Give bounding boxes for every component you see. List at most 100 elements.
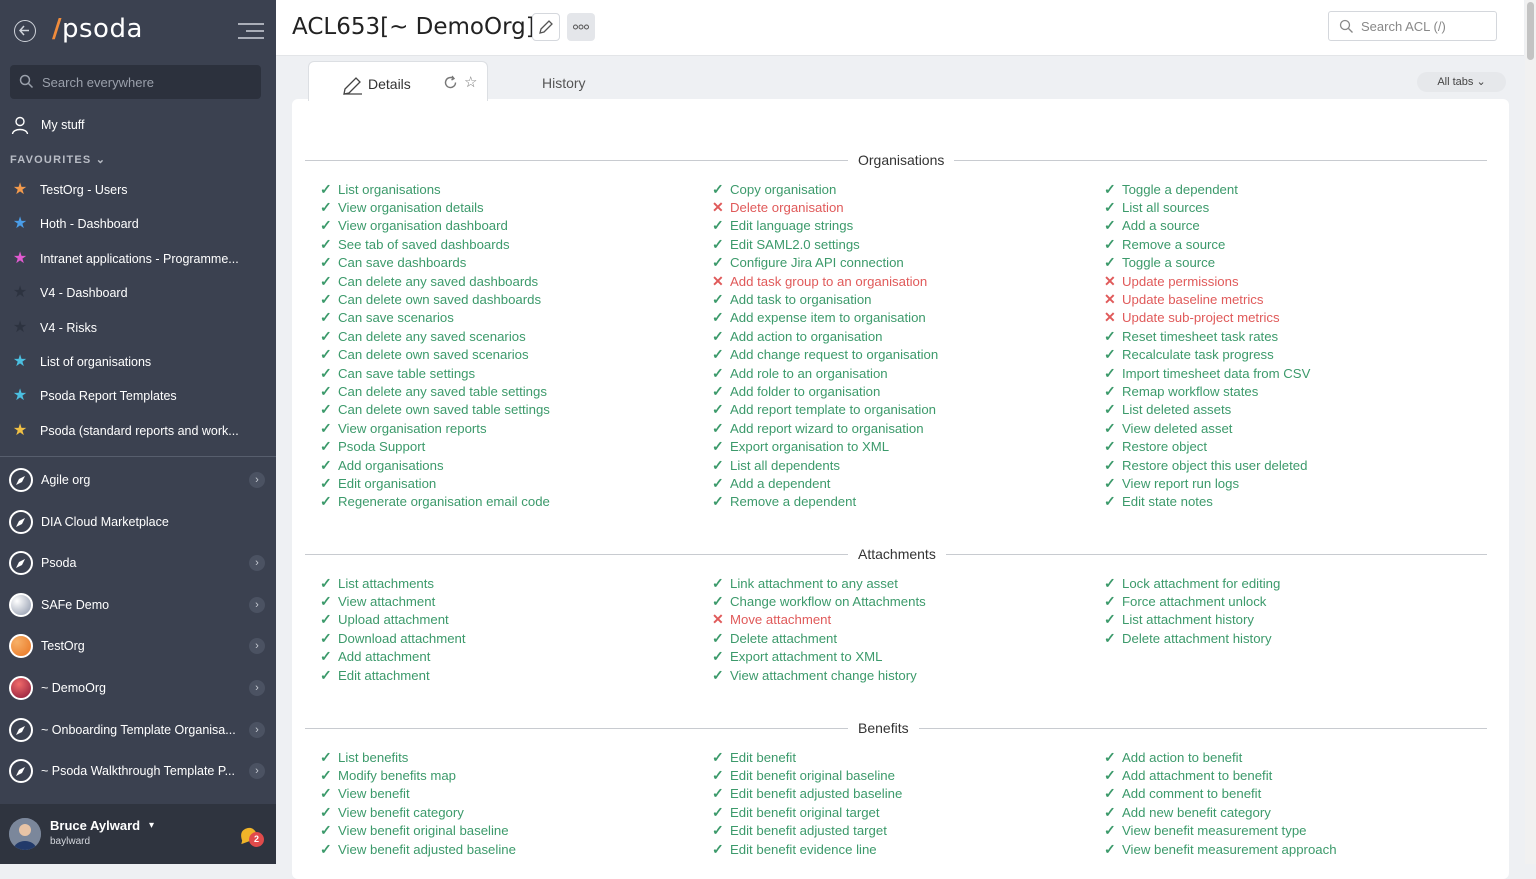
chevron-right-icon[interactable]: › bbox=[249, 596, 265, 613]
chevron-right-icon[interactable]: › bbox=[249, 721, 265, 738]
permission-item: ✓ Edit state notes bbox=[1104, 493, 1484, 511]
favourite-item[interactable]: ★ V4 - Risks bbox=[10, 317, 260, 339]
permission-label: Edit benefit adjusted target bbox=[730, 823, 887, 839]
user-avatar[interactable] bbox=[9, 818, 41, 850]
permission-item: ✕ Delete organisation bbox=[712, 198, 1092, 216]
check-icon: ✓ bbox=[712, 346, 724, 363]
org-logo-icon bbox=[9, 676, 33, 700]
user-icon bbox=[11, 116, 29, 135]
favourite-item[interactable]: ★ V4 - Dashboard bbox=[10, 282, 260, 304]
acl-search-input[interactable]: Search ACL (/) bbox=[1328, 11, 1497, 41]
favourite-item[interactable]: ★ TestOrg - Users bbox=[10, 179, 260, 201]
cross-icon: ✕ bbox=[712, 272, 724, 289]
permission-label: List organisations bbox=[338, 181, 441, 197]
page-title: ACL653[~ DemoOrg] bbox=[292, 14, 535, 40]
refresh-icon[interactable] bbox=[443, 75, 458, 90]
org-item[interactable]: ~ DemoOrg › bbox=[9, 674, 271, 702]
permission-column: ✓ Add action to benefit ✓ Add attachment to… bbox=[1104, 748, 1484, 858]
org-item[interactable]: ~ Psoda Walkthrough Template P... › bbox=[9, 757, 271, 785]
org-item[interactable]: Agile org › bbox=[9, 466, 271, 494]
org-item[interactable]: TestOrg › bbox=[9, 632, 271, 660]
org-item[interactable]: Psoda › bbox=[9, 549, 271, 577]
permission-item: ✓ Edit benefit adjusted target bbox=[712, 822, 1092, 840]
permission-item: ✓ Remove a source bbox=[1104, 235, 1484, 253]
tab-history[interactable]: History bbox=[542, 75, 586, 91]
all-tabs-dropdown[interactable]: All tabs ⌄ bbox=[1417, 72, 1506, 92]
tab-details[interactable]: Details ☆ bbox=[308, 61, 488, 101]
permission-item: ✓ Add action to organisation bbox=[712, 327, 1092, 345]
permission-label: Add folder to organisation bbox=[730, 383, 881, 399]
chevron-right-icon[interactable]: › bbox=[249, 472, 265, 488]
user-name[interactable]: Bruce Aylward bbox=[50, 818, 140, 833]
permission-label: Can delete any saved table settings bbox=[338, 383, 547, 399]
permission-item: ✓ Add task to organisation bbox=[712, 290, 1092, 308]
notification-count-badge: 2 bbox=[249, 832, 264, 847]
permission-label: View benefit category bbox=[338, 804, 464, 820]
my-stuff-link[interactable]: My stuff bbox=[10, 113, 85, 137]
global-search-input[interactable]: Search everywhere bbox=[10, 65, 261, 99]
check-icon: ✓ bbox=[1104, 401, 1116, 418]
permission-label: View deleted asset bbox=[1122, 420, 1233, 436]
org-item[interactable]: DIA Cloud Marketplace bbox=[9, 508, 271, 536]
check-icon: ✓ bbox=[712, 456, 724, 473]
check-icon: ✓ bbox=[320, 346, 332, 363]
permission-label: List attachment history bbox=[1122, 612, 1254, 628]
check-icon: ✓ bbox=[320, 291, 332, 308]
permission-label: Modify benefits map bbox=[338, 768, 457, 784]
permission-label: Delete organisation bbox=[730, 200, 844, 216]
org-logo-icon bbox=[9, 509, 33, 534]
sidebar: /psoda Search everywhere My stuff FAVOUR… bbox=[0, 0, 276, 864]
page-scrollbar[interactable] bbox=[1525, 0, 1536, 864]
favourite-item[interactable]: ★ Psoda Report Templates bbox=[10, 385, 260, 407]
permission-label: Upload attachment bbox=[338, 612, 449, 628]
permission-item: ✓ Psoda Support bbox=[320, 437, 700, 455]
permission-item: ✓ Import timesheet data from CSV bbox=[1104, 364, 1484, 382]
permission-label: Add task group to an organisation bbox=[730, 273, 928, 289]
permission-item: ✓ View benefit category bbox=[320, 803, 700, 821]
check-icon: ✓ bbox=[1104, 438, 1116, 455]
section-title: Organisations bbox=[848, 152, 955, 168]
search-placeholder: Search everywhere bbox=[42, 75, 154, 90]
permission-item: ✓ Add expense item to organisation bbox=[712, 309, 1092, 327]
org-item[interactable]: ~ Onboarding Template Organisa... › bbox=[9, 716, 271, 744]
permission-item: ✓ Change workflow on Attachments bbox=[712, 592, 1092, 610]
back-button[interactable] bbox=[14, 20, 36, 42]
permission-label: Recalculate task progress bbox=[1122, 347, 1274, 363]
cross-icon: ✕ bbox=[1104, 272, 1116, 289]
search-icon bbox=[19, 74, 34, 89]
chevron-right-icon[interactable]: › bbox=[249, 638, 265, 655]
permission-item: ✓ Add change request to organisation bbox=[712, 346, 1092, 364]
permission-label: Update baseline metrics bbox=[1122, 292, 1264, 308]
permission-item: ✓ View benefit adjusted baseline bbox=[320, 840, 700, 858]
favourite-star-icon[interactable]: ☆ bbox=[464, 73, 477, 91]
permission-item: ✓ List all sources bbox=[1104, 198, 1484, 216]
favourite-item[interactable]: ★ List of organisations bbox=[10, 351, 260, 373]
org-logo-icon bbox=[9, 592, 33, 617]
edit-button[interactable] bbox=[532, 13, 560, 41]
permission-column: ✓ Link attachment to any asset ✓ Change wor… bbox=[712, 574, 1092, 684]
star-icon: ★ bbox=[12, 284, 28, 302]
check-icon: ✓ bbox=[712, 474, 724, 491]
org-label: ~ DemoOrg bbox=[41, 681, 106, 695]
chevron-down-icon[interactable]: ▾ bbox=[149, 820, 154, 831]
chevron-right-icon[interactable]: › bbox=[249, 763, 265, 780]
check-icon: ✓ bbox=[712, 822, 724, 839]
permission-label: Can delete own saved scenarios bbox=[338, 347, 529, 363]
favourite-item[interactable]: ★ Intranet applications - Programme... bbox=[10, 248, 260, 270]
org-item[interactable]: SAFe Demo › bbox=[9, 591, 271, 619]
favourites-heading[interactable]: FAVOURITES ⌄ bbox=[10, 153, 106, 166]
favourite-item[interactable]: ★ Hoth - Dashboard bbox=[10, 213, 260, 235]
psoda-logo[interactable]: /psoda bbox=[52, 14, 143, 44]
check-icon: ✓ bbox=[712, 382, 724, 399]
org-label: SAFe Demo bbox=[41, 597, 110, 612]
collapse-menu-icon[interactable] bbox=[238, 22, 264, 40]
pencil-icon bbox=[343, 77, 362, 95]
chevron-right-icon[interactable]: › bbox=[249, 555, 265, 572]
permission-item: ✕ Update permissions bbox=[1104, 272, 1484, 290]
sidebar-header: /psoda bbox=[0, 0, 276, 64]
chevron-right-icon[interactable]: › bbox=[249, 680, 265, 696]
more-options-button[interactable] bbox=[567, 13, 595, 41]
check-icon: ✓ bbox=[712, 840, 724, 857]
favourite-item[interactable]: ★ Psoda (standard reports and work... bbox=[10, 420, 260, 442]
permission-label: List all sources bbox=[1122, 200, 1210, 216]
